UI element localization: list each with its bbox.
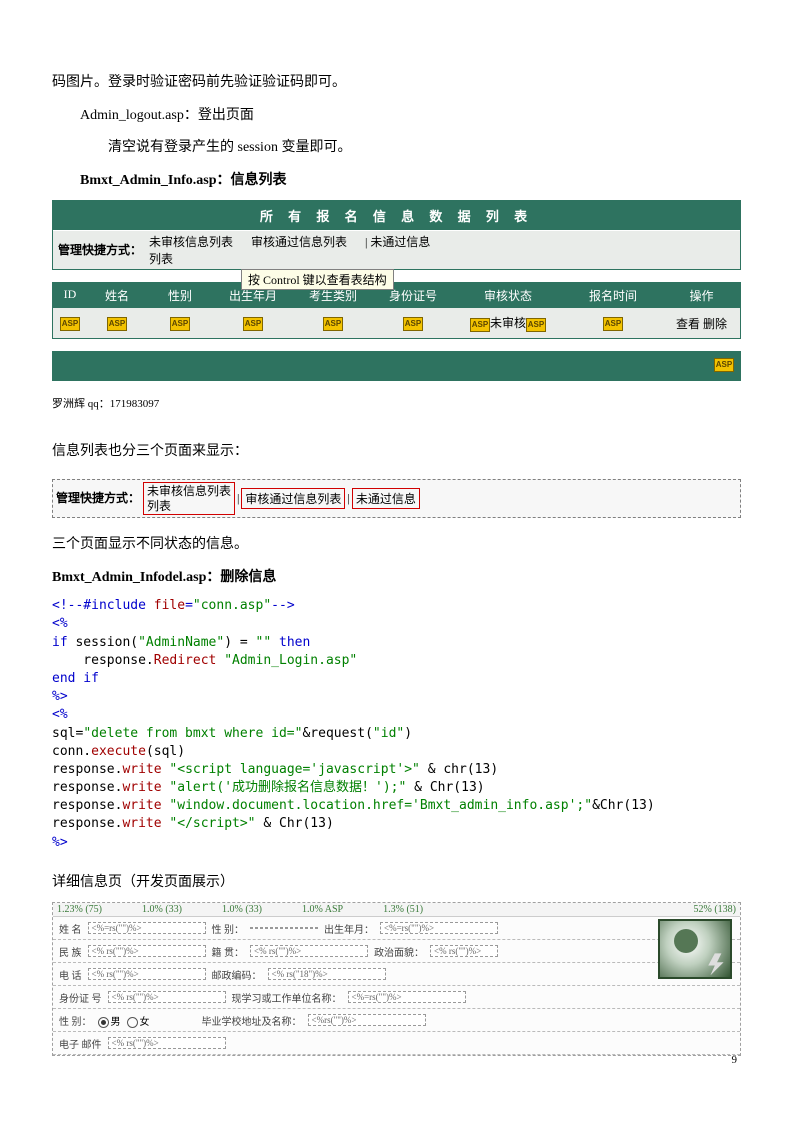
shortcut-label: 管理快捷方式：: [57, 241, 143, 259]
field-workunit[interactable]: <%=rs("")%>: [348, 991, 466, 1003]
status-text: 未审核: [490, 316, 526, 330]
ruler-tick: 1.0% ASP: [302, 904, 343, 915]
label-idcard: 身份证 号: [59, 990, 102, 1005]
label-political: 政治面貌：: [374, 944, 424, 959]
asp-icon: ASP: [60, 317, 80, 331]
col-time: 报名时间: [563, 283, 663, 308]
radio-female[interactable]: 女: [127, 1013, 150, 1028]
label-dob: 出生年月：: [324, 921, 374, 936]
field-phone[interactable]: <% rs("")%>: [88, 968, 206, 980]
form-row-3: 电 话 <% rs("")%> 邮政编码： <% rs("18")%>: [53, 963, 740, 986]
field-zip[interactable]: <% rs("18")%>: [268, 968, 386, 980]
field-native[interactable]: <% rs("")%>: [250, 945, 368, 957]
op-view-link[interactable]: 查看: [676, 317, 700, 331]
asp-icon: ASP: [470, 318, 490, 332]
asp-icon: ASP: [323, 317, 343, 331]
info-table-header-box: 所 有 报 名 信 息 数 据 列 表 管理快捷方式： 未审核信息列表列表 审核…: [52, 200, 741, 270]
sep: |: [237, 491, 239, 506]
asp-icon: ASP: [107, 317, 127, 331]
section-4-heading: Bmxt_Admin_Infodel.asp：删除信息: [52, 565, 741, 592]
col-name: 姓名: [87, 283, 147, 308]
ruler-tick: 1.23% (75): [57, 904, 102, 915]
field-school[interactable]: <%rs("")%>: [308, 1014, 426, 1026]
table-footer-bar: ASP: [52, 351, 741, 381]
file-desc: 登出页面: [198, 108, 254, 123]
shortcut-link-1[interactable]: 未审核信息列表列表: [149, 233, 233, 267]
field-nation[interactable]: <% rs("")%>: [88, 945, 206, 957]
paragraph-1: 码图片。登录时验证密码前先验证验证码即可。: [52, 70, 741, 97]
label-email: 电子 邮件: [59, 1036, 102, 1051]
asp-icon: ASP: [403, 317, 423, 331]
photo-placeholder: [658, 919, 732, 979]
design-ruler: 1.23% (75) 1.0% (33) 1.0% (33) 1.0% ASP …: [53, 903, 740, 917]
field-name[interactable]: <%=rs("")%>: [88, 922, 206, 934]
paragraph-4: Bmxt_Admin_Info.asp：信息列表: [52, 168, 741, 195]
paragraph-2: Admin_logout.asp：登出页面: [52, 103, 741, 130]
label-workunit: 现学习或工作单位名称：: [232, 990, 342, 1005]
table-title: 所 有 报 名 信 息 数 据 列 表: [53, 201, 740, 231]
shortcut-link-3[interactable]: | 未通过信息: [365, 233, 430, 267]
ruler-tick: 1.3% (51): [383, 904, 423, 915]
section-2-text: 信息列表也分三个页面来显示：: [52, 439, 741, 466]
form-row-4: 身份证 号 <% rs("")%> 现学习或工作单位名称： <%=rs("")%…: [53, 986, 740, 1009]
op-delete-link[interactable]: 删除: [703, 317, 727, 331]
shortcut-red-2[interactable]: 审核通过信息列表: [241, 488, 345, 509]
label-name: 姓 名: [59, 921, 82, 936]
file-desc: 删除信息: [220, 570, 276, 585]
ruler-tick: 1.0% (33): [222, 904, 262, 915]
asp-icon: ASP: [526, 318, 546, 332]
photo-tree-icon: [674, 929, 698, 953]
author-note: 罗洲辉 qq：171983097: [52, 395, 741, 411]
form-row-1: 姓 名 <%=rs("")%> 性 别： 出生年月： <%=rs("")%>: [53, 917, 740, 940]
page-number: 9: [732, 1054, 738, 1066]
field-email[interactable]: <% rs("")%>: [108, 1037, 226, 1049]
shortcut-row: 管理快捷方式： 未审核信息列表列表 审核通过信息列表 | 未通过信息: [53, 231, 740, 269]
label-zip: 邮政编码：: [212, 967, 262, 982]
col-sex: 性别: [147, 283, 213, 308]
shortcut-box-2: 管理快捷方式： 未审核信息列表列表 | 审核通过信息列表 | 未通过信息: [52, 479, 741, 518]
label-school: 毕业学校地址及名称：: [202, 1013, 302, 1028]
form-row-2: 民 族 <% rs("")%> 籍 贯： <% rs("")%> 政治面貌： <…: [53, 940, 740, 963]
file-label: Admin_logout.asp：: [80, 108, 198, 123]
label-sex: 性 别：: [212, 921, 245, 936]
field-political[interactable]: <% rs("")%>: [430, 945, 498, 957]
label-native: 籍 贯：: [212, 944, 245, 959]
code-block: <!--#include file="conn.asp"--> <% if se…: [52, 597, 741, 852]
label-phone: 电 话: [59, 967, 82, 982]
radio-male[interactable]: 男: [98, 1013, 121, 1028]
file-desc: 信息列表: [231, 173, 287, 188]
label-sex2: 性 别：: [59, 1013, 92, 1028]
sep: |: [347, 491, 349, 506]
col-id: ID: [53, 283, 87, 308]
file-label: Bmxt_Admin_Info.asp：: [80, 173, 231, 188]
table-row: ASP ASP ASP ASP ASP ASP ASP未审核ASP ASP 查看…: [53, 308, 740, 337]
shortcut-red-3[interactable]: 未通过信息: [352, 488, 420, 509]
field-idcard[interactable]: <% rs("")%>: [108, 991, 226, 1003]
form-row-6: 电子 邮件 <% rs("")%>: [53, 1032, 740, 1055]
ruler-tick: 1.0% (33): [142, 904, 182, 915]
section-5-heading: 详细信息页（开发页面展示）: [52, 870, 741, 897]
field-dob[interactable]: <%=rs("")%>: [380, 922, 498, 934]
col-op: 操作: [663, 283, 740, 308]
asp-icon: ASP: [714, 358, 734, 372]
paragraph-3: 清空说有登录产生的 session 变量即可。: [52, 135, 741, 162]
form-row-5: 性 别： 男 女 毕业学校地址及名称： <%rs("")%>: [53, 1009, 740, 1032]
label-nation: 民 族: [59, 944, 82, 959]
control-hint-tooltip: 按 Control 键以查看表结构: [241, 269, 394, 290]
ruler-tick: 52% (138): [694, 904, 737, 915]
asp-icon: ASP: [170, 317, 190, 331]
section-3-text: 三个页面显示不同状态的信息。: [52, 532, 741, 559]
asp-icon: ASP: [603, 317, 623, 331]
table-header-row: ID 姓名 性别 出生年月 考生类别 身份证号 审核状态 报名时间 操作: [53, 283, 740, 308]
shortcut-red-1[interactable]: 未审核信息列表列表: [143, 482, 235, 515]
info-data-table: 按 Control 键以查看表结构 ID 姓名 性别 出生年月 考生类别 身份证…: [52, 282, 741, 338]
col-stat: 审核状态: [453, 283, 563, 308]
detail-form-preview: 1.23% (75) 1.0% (33) 1.0% (33) 1.0% ASP …: [52, 902, 741, 1056]
asp-icon: ASP: [243, 317, 263, 331]
field-sex[interactable]: [250, 927, 318, 929]
shortcut-link-2[interactable]: 审核通过信息列表: [251, 233, 347, 267]
photo-bolt-icon: [706, 953, 728, 975]
shortcut-label-2: 管理快捷方式：: [55, 489, 141, 507]
file-label: Bmxt_Admin_Infodel.asp：: [52, 570, 220, 585]
